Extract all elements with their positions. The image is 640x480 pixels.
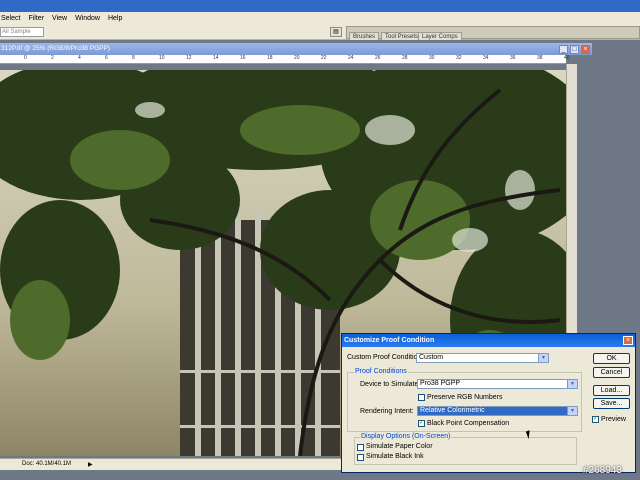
device-label: Device to Simulate:	[360, 381, 421, 388]
custom-proof-label: Custom Proof Condition:	[347, 354, 424, 361]
app-title-bar	[0, 0, 640, 12]
ruler-mark: 30	[429, 55, 435, 61]
menu-select[interactable]: Select	[1, 15, 20, 22]
ruler-mark: 14	[213, 55, 219, 61]
rendering-intent-label: Rendering Intent:	[360, 408, 414, 415]
display-options-title: Display Options (On-Screen)	[360, 433, 452, 440]
ruler-mark: 34	[483, 55, 489, 61]
sample-size-select[interactable]: All Sample	[0, 27, 44, 37]
options-bar: All Sample ▤ Brushes Tool Presets Layer …	[0, 24, 640, 41]
custom-proof-select[interactable]: Custom ▼	[416, 353, 549, 363]
cancel-button[interactable]: Cancel	[593, 367, 630, 378]
ruler-mark: 10	[159, 55, 165, 61]
black-point-label: Black Point Compensation	[427, 420, 510, 427]
ruler-mark: 8	[132, 55, 135, 61]
chevron-down-icon: ▼	[538, 354, 548, 362]
palette-well: Brushes Tool Presets Layer Comps	[346, 26, 640, 41]
watermark: #268943	[583, 465, 622, 476]
ruler-mark: 16	[240, 55, 246, 61]
ruler-mark: 40	[564, 55, 570, 61]
preview-label: Preview	[601, 416, 626, 423]
ruler-mark: 26	[375, 55, 381, 61]
ruler-mark: 2	[51, 55, 54, 61]
chevron-down-icon: ▼	[567, 380, 577, 388]
chevron-down-icon: ▼	[567, 407, 577, 415]
menu-view[interactable]: View	[52, 15, 67, 22]
proof-conditions-title: Proof Conditions	[354, 368, 408, 375]
ruler-mark: 20	[294, 55, 300, 61]
ruler-mark: 6	[105, 55, 108, 61]
ruler-mark: 24	[348, 55, 354, 61]
simulate-ink-label: Simulate Black Ink	[366, 453, 424, 460]
menu-bar: Select Filter View Window Help	[0, 12, 640, 24]
save-button[interactable]: Save...	[593, 398, 630, 409]
preserve-rgb-checkbox[interactable]	[418, 394, 425, 401]
ruler-mark: 36	[510, 55, 516, 61]
ruler-mark: 4	[78, 55, 81, 61]
dialog-close-icon[interactable]: ×	[623, 336, 633, 345]
custom-proof-value: Custom	[419, 354, 444, 361]
document-title[interactable]: 312P.tif @ 25% (RGB/8/Pro38 PGPP)	[0, 43, 592, 55]
device-select[interactable]: Pro38 PGPP ▼	[417, 379, 578, 389]
menu-filter[interactable]: Filter	[28, 15, 44, 22]
ruler-mark: 0	[24, 55, 27, 61]
status-menu-arrow-icon[interactable]: ▶	[88, 461, 93, 468]
load-button[interactable]: Load...	[593, 385, 630, 396]
minimize-icon[interactable]: _	[559, 45, 568, 54]
maximize-icon[interactable]: □	[570, 45, 579, 54]
doc-size-status: Doc: 40.1M/40.1M	[22, 461, 72, 467]
display-options-group	[354, 437, 577, 465]
horizontal-ruler: 0 2 4 6 8 10 12 14 16 18 20 22 24 26 28 30 32 34 36 38 40	[0, 55, 570, 64]
menu-window[interactable]: Window	[75, 15, 100, 22]
ruler-mark: 12	[186, 55, 192, 61]
ruler-mark: 32	[456, 55, 462, 61]
ruler-mark: 22	[321, 55, 327, 61]
rendering-intent-value: Relative Colorimetric	[420, 407, 485, 414]
ruler-mark: 18	[267, 55, 273, 61]
customize-proof-dialog: Customize Proof Condition × Custom Proof…	[341, 333, 636, 473]
ok-button[interactable]: OK	[593, 353, 630, 364]
file-browser-icon[interactable]: ▤	[330, 27, 342, 37]
simulate-paper-label: Simulate Paper Color	[366, 443, 433, 450]
rendering-intent-select[interactable]: Relative Colorimetric ▼	[417, 406, 578, 416]
close-icon[interactable]: ×	[581, 45, 590, 54]
menu-help[interactable]: Help	[108, 15, 122, 22]
ruler-mark: 38	[537, 55, 543, 61]
dialog-title[interactable]: Customize Proof Condition	[342, 334, 635, 347]
simulate-paper-checkbox[interactable]	[357, 444, 364, 451]
black-point-checkbox[interactable]: ✓	[418, 420, 425, 427]
device-value: Pro38 PGPP	[420, 380, 461, 387]
preserve-rgb-label: Preserve RGB Numbers	[427, 394, 503, 401]
simulate-ink-checkbox[interactable]	[357, 454, 364, 461]
ruler-mark: 28	[402, 55, 408, 61]
preview-checkbox[interactable]: ✓	[592, 416, 599, 423]
